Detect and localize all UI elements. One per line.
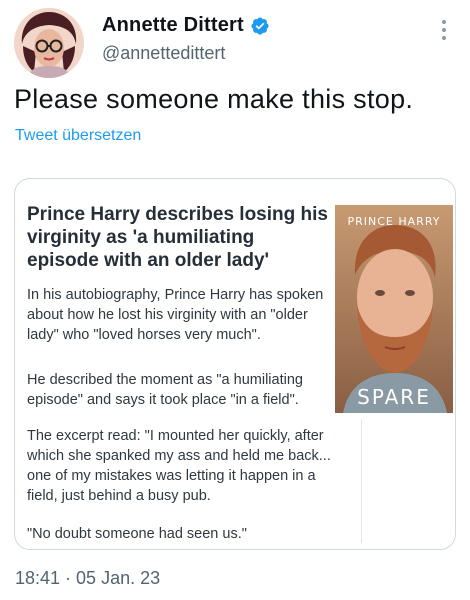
book-title-label: SPARE (357, 385, 431, 409)
avatar-image (14, 8, 84, 78)
article-paragraph-3: The excerpt read: "I mounted her quickly… (27, 428, 331, 504)
book-cover-portrait (335, 205, 453, 413)
author-name[interactable]: Annette Dittert (102, 14, 244, 37)
article-paragraph-4: "No doubt someone had seen us." (27, 526, 247, 542)
article-paragraph-1: In his autobiography, Prince Harry has s… (27, 287, 324, 343)
book-cover: PRINCE HARRY SPARE (335, 205, 453, 413)
avatar[interactable] (14, 8, 84, 78)
book-author-label: PRINCE HARRY (347, 215, 441, 228)
article-divider (361, 419, 362, 543)
tweet-header: Annette Dittert @annettedittert (14, 8, 456, 80)
verified-badge-icon (250, 16, 270, 36)
author-block: Annette Dittert @annettedittert (102, 14, 270, 64)
tweet-media-card[interactable]: Prince Harry describes losing his virgin… (14, 178, 456, 550)
article-paragraph-2: He described the moment as "a humiliatin… (27, 372, 303, 408)
author-handle[interactable]: @annettedittert (102, 43, 270, 64)
article-screenshot: Prince Harry describes losing his virgin… (23, 187, 453, 543)
tweet-text: Please someone make this stop. (14, 84, 414, 114)
translate-link[interactable]: Tweet übersetzen (15, 127, 141, 145)
more-options-icon[interactable] (432, 16, 456, 44)
tweet-timestamp[interactable]: 18:41 · 05 Jan. 23 (15, 568, 160, 589)
article-headline: Prince Harry describes losing his virgin… (27, 204, 328, 271)
